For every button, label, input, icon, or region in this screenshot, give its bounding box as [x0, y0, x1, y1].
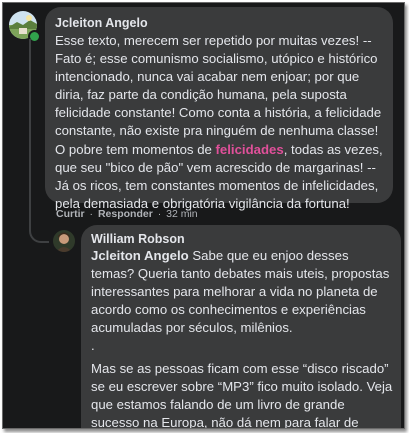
separator: · [89, 208, 94, 220]
comment-actions: Curtir · Responder · 32 min [56, 208, 198, 220]
mention-link[interactable]: Jcleiton Angelo [91, 248, 189, 263]
comment-timestamp[interactable]: 32 min [166, 208, 198, 220]
comment-thread: Jcleiton Angelo Esse texto, merecem ser … [2, 2, 405, 429]
william-avatar[interactable] [53, 230, 75, 252]
thread-connector [29, 39, 31, 229]
reply-paragraph: Mas se as pessoas ficam com esse “disco … [91, 360, 393, 429]
like-button[interactable]: Curtir [56, 208, 85, 220]
comment-text-part: Esse texto, merecem ser repetido por mui… [55, 33, 382, 157]
thread-connector-curve [29, 213, 49, 243]
reply-paragraph: . [91, 338, 95, 354]
reply-button[interactable]: Responder [98, 208, 153, 220]
comment-bubble: Jcleiton Angelo Esse texto, merecem ser … [45, 7, 393, 211]
comment-author[interactable]: Jcleiton Angelo [55, 16, 385, 30]
comment-text: Esse texto, merecem ser repetido por mui… [55, 32, 385, 213]
reply-paragraph: Jcleiton Angelo Sabe que eu enjoo desses… [91, 247, 395, 337]
reply-author[interactable]: William Robson [91, 232, 395, 246]
highlighted-word: felicidades [215, 141, 284, 157]
person-avatar-icon [53, 230, 75, 252]
reply-text: Jcleiton Angelo Sabe que eu enjoo desses… [91, 247, 395, 429]
separator: · [157, 208, 162, 220]
reply-bubble: William Robson Jcleiton Angelo Sabe que … [81, 225, 401, 429]
